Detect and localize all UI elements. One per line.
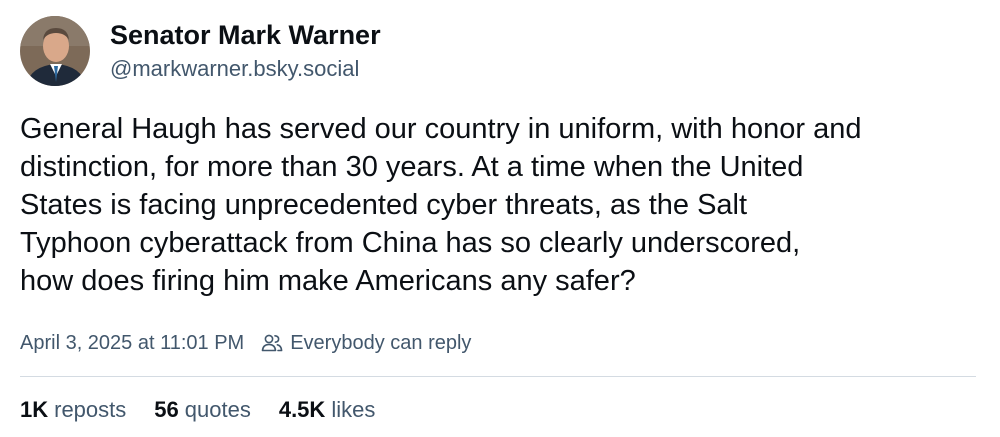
- quotes-count[interactable]: 56 quotes: [154, 396, 251, 424]
- likes-label: likes: [331, 397, 376, 422]
- reposts-number: 1K: [20, 397, 49, 422]
- post-card: Senator Mark Warner @markwarner.bsky.soc…: [0, 0, 1000, 437]
- post-text-line: General Haugh has served our country in …: [20, 113, 862, 145]
- post-text-line: distinction, for more than 30 years. At …: [20, 151, 804, 183]
- engagement-stats: 1K reposts 56 quotes 4.5K likes: [20, 396, 403, 424]
- author-display-name[interactable]: Senator Mark Warner: [110, 19, 381, 51]
- post-text-line: Typhoon cyberattack from China has so cl…: [20, 227, 801, 259]
- post-timestamp[interactable]: April 3, 2025 at 11:01 PM: [20, 332, 244, 355]
- author-handle[interactable]: @markwarner.bsky.social: [110, 55, 359, 83]
- likes-number: 4.5K: [278, 397, 326, 422]
- reply-setting[interactable]: Everybody can reply: [260, 332, 471, 355]
- reposts-count[interactable]: 1K reposts: [20, 396, 126, 424]
- people-icon: [261, 334, 283, 352]
- quotes-number: 56: [154, 397, 179, 422]
- reply-setting-label: Everybody can reply: [290, 331, 472, 354]
- divider: [20, 376, 976, 377]
- post-text: General Haugh has served our country in …: [20, 110, 985, 300]
- post-text-line: how does firing him make Americans any s…: [20, 265, 636, 297]
- reposts-label: reposts: [54, 397, 127, 422]
- avatar-image: [20, 16, 90, 86]
- likes-count[interactable]: 4.5K likes: [279, 396, 376, 424]
- avatar[interactable]: [20, 16, 90, 86]
- quotes-label: quotes: [184, 397, 251, 422]
- post-text-line: States is facing unprecedented cyber thr…: [20, 189, 748, 221]
- post-meta: April 3, 2025 at 11:01 PM Everybody can …: [20, 328, 471, 358]
